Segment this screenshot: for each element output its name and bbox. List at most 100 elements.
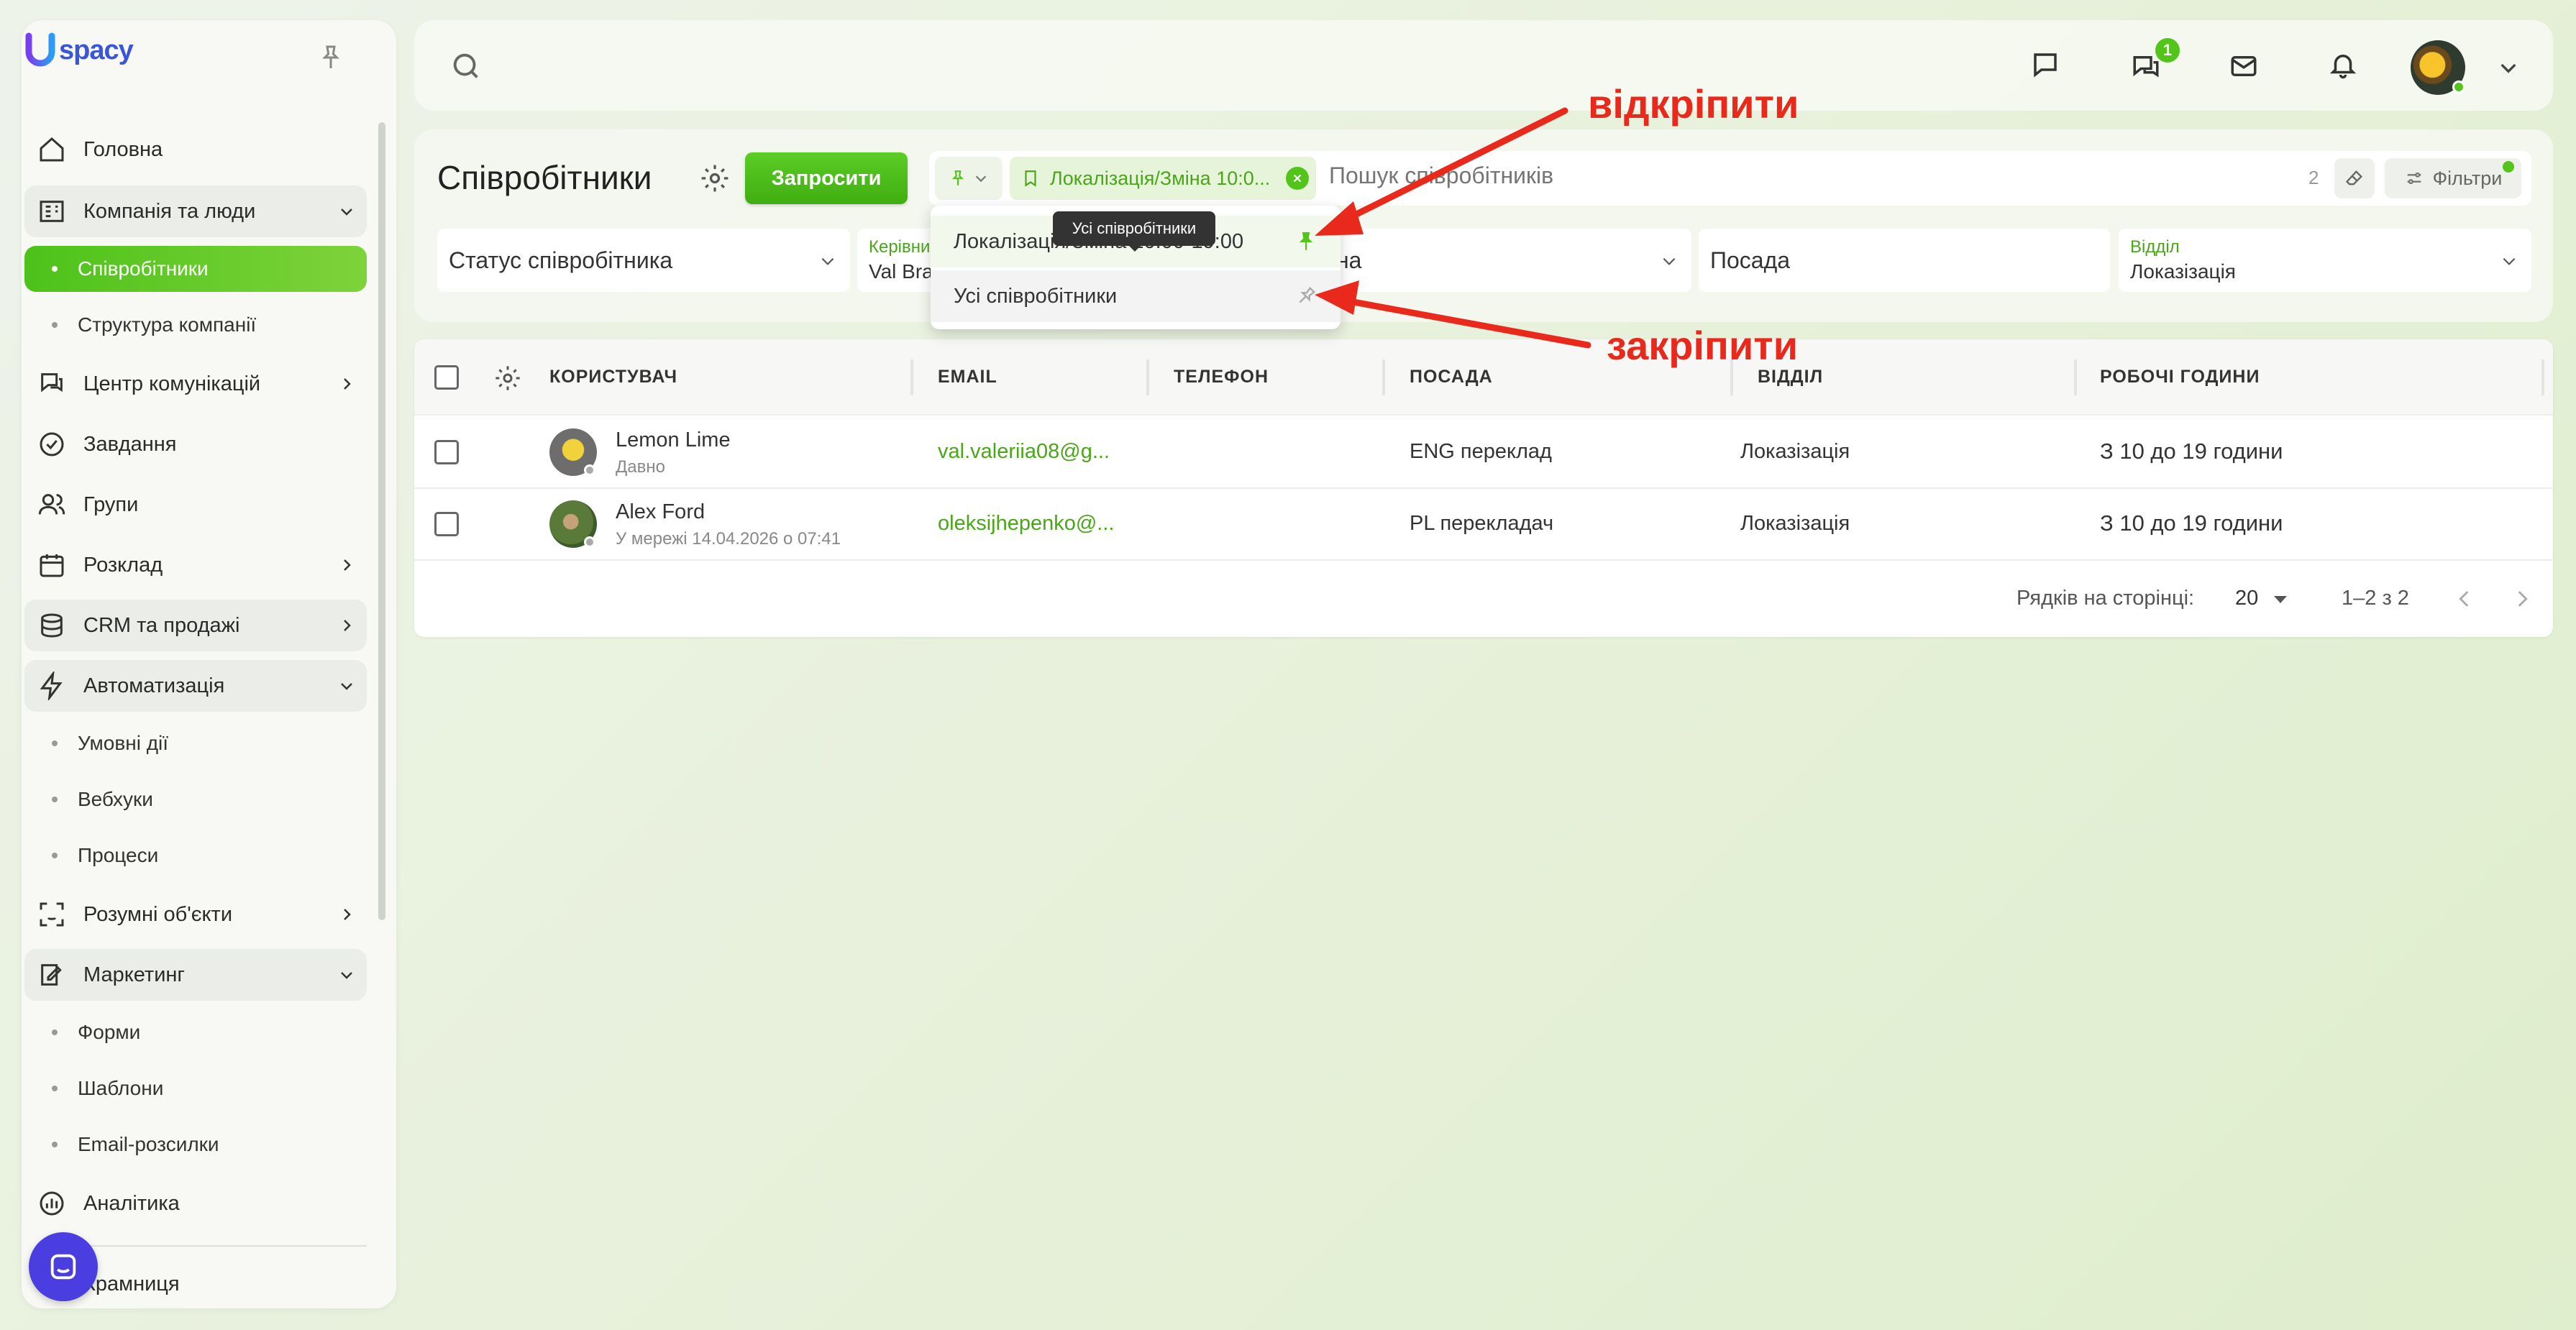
menu-item-all-employees[interactable]: Усі співробітники	[931, 270, 1340, 322]
column-header-phone[interactable]: ТЕЛЕФОН	[1174, 367, 1269, 387]
sidebar-item-label: Процеси	[78, 844, 159, 866]
sidebar-item-email-campaigns[interactable]: Email-розсилки	[24, 1122, 367, 1168]
menu-item-label: Усі співробітники	[954, 284, 1118, 308]
sidebar-item-automation[interactable]: Автоматизація	[24, 660, 367, 712]
column-header-department[interactable]: ВІДДІЛ	[1758, 367, 1823, 387]
sidebar-item-employees[interactable]: Співробітники	[24, 246, 367, 292]
sidebar-item-label: Автоматизація	[83, 674, 225, 697]
sidebar-item-label: Аналітика	[83, 1191, 180, 1215]
sidebar-scrollbar[interactable]	[378, 122, 385, 920]
user-status: У мережі 14.04.2026 о 07:41	[616, 529, 841, 549]
comment-icon[interactable]	[2027, 46, 2064, 83]
sidebar-item-label: Крамниця	[83, 1272, 180, 1295]
manager-label: Керівник	[869, 237, 938, 257]
sidebar-item-smart-objects[interactable]: Розумні об'єкти	[24, 889, 367, 940]
sidebar-item-label: Email-розсилки	[78, 1133, 219, 1155]
user-status: Давно	[616, 457, 665, 477]
department-select[interactable]: Відділ Локазізація	[2119, 229, 2531, 292]
search-icon[interactable]	[447, 47, 485, 85]
row-checkbox[interactable]	[434, 440, 459, 464]
pin-sidebar-icon[interactable]	[316, 43, 345, 72]
column-separator[interactable]	[2541, 359, 2544, 395]
gear-icon[interactable]	[699, 162, 731, 194]
close-icon[interactable]	[1286, 167, 1309, 190]
invite-button[interactable]: Запросити	[745, 152, 908, 204]
column-separator[interactable]	[910, 359, 913, 395]
user-email[interactable]: val.valeriia08@g...	[938, 440, 1110, 464]
user-email[interactable]: oleksijhepenko@...	[938, 512, 1114, 536]
column-header-position[interactable]: ПОСАДА	[1410, 367, 1493, 387]
sidebar-item-communication[interactable]: Центр комунікацій	[24, 358, 367, 410]
tasks-icon	[35, 427, 69, 462]
sidebar-item-conditional-actions[interactable]: Умовні дії	[24, 720, 367, 766]
tooltip-arrow	[1128, 244, 1142, 252]
column-header-email[interactable]: EMAIL	[938, 367, 997, 387]
sidebar-item-marketing[interactable]: Маркетинг	[24, 949, 367, 1001]
sidebar-item-label: Форми	[78, 1021, 141, 1043]
sidebar-item-label: Співробітники	[78, 257, 209, 280]
mail-icon[interactable]	[2225, 47, 2262, 85]
select-all-checkbox[interactable]	[434, 365, 459, 390]
sidebar-item-label: Шаблони	[78, 1077, 164, 1099]
column-separator[interactable]	[1382, 359, 1385, 395]
online-indicator	[2452, 81, 2465, 93]
next-page-icon[interactable]	[2510, 587, 2534, 611]
user-department: Локазізація	[1740, 512, 1850, 535]
eraser-icon[interactable]	[2334, 158, 2375, 198]
row-checkbox[interactable]	[434, 512, 459, 536]
prev-page-icon[interactable]	[2452, 587, 2477, 611]
rows-per-page-select[interactable]: 20	[2235, 587, 2258, 610]
chevron-right-icon	[344, 559, 351, 571]
company-icon	[35, 194, 69, 229]
department-label: Відділ	[2130, 237, 2180, 257]
home-icon	[35, 132, 69, 167]
user-department: Локазізація	[1740, 440, 1850, 463]
tooltip: Усі співробітники	[1053, 211, 1215, 246]
sidebar-item-groups[interactable]: Групи	[24, 479, 367, 531]
column-header-user[interactable]: КОРИСТУВАЧ	[549, 367, 677, 387]
sidebar-item-label: Умовні дії	[78, 732, 169, 754]
user-name[interactable]: Alex Ford	[616, 500, 705, 524]
sidebar-item-home[interactable]: Головна	[24, 124, 367, 175]
bullet-icon	[52, 1142, 58, 1147]
sidebar-item-crm[interactable]: CRM та продажі	[24, 600, 367, 651]
sidebar-item-label: Структура компанії	[78, 313, 257, 336]
status-dot	[584, 536, 595, 548]
column-separator[interactable]	[2074, 359, 2077, 395]
pinned-views-dropdown[interactable]	[935, 157, 1002, 200]
sidebar-item-label: Розклад	[83, 553, 163, 577]
filters-button[interactable]: Фільтри	[2385, 158, 2521, 198]
automation-icon	[35, 669, 69, 703]
sidebar-item-label: Розумні об'єкти	[83, 902, 233, 926]
sidebar-item-analytics[interactable]: Аналітика	[24, 1178, 367, 1229]
support-chat-button[interactable]	[29, 1232, 98, 1301]
bullet-icon	[52, 740, 58, 746]
column-separator[interactable]	[1146, 359, 1149, 395]
active-filter-chip[interactable]: Локалізація/Зміна 10:0...	[1010, 157, 1316, 200]
department-value: Локазізація	[2130, 260, 2236, 283]
status-select[interactable]: Статус співробітника	[437, 229, 850, 292]
column-header-hours[interactable]: РОБОЧІ ГОДИНИ	[2100, 367, 2260, 387]
sidebar-item-processes[interactable]: Процеси	[24, 833, 367, 879]
chevron-down-icon	[2503, 257, 2516, 265]
bell-icon[interactable]	[2324, 46, 2362, 83]
sidebar-item-webhooks[interactable]: Вебхуки	[24, 776, 367, 822]
sidebar-item-templates[interactable]: Шаблони	[24, 1065, 367, 1111]
position-select[interactable]: Посада	[1699, 229, 2110, 292]
chevron-down-icon[interactable]	[2490, 49, 2527, 86]
column-settings-icon[interactable]	[493, 364, 522, 393]
sidebar-item-label: Компанія та люди	[83, 199, 256, 223]
bookmark-icon	[1025, 170, 1036, 187]
sidebar-item-forms[interactable]: Форми	[24, 1009, 367, 1055]
caret-down-icon[interactable]	[2273, 594, 2288, 605]
sidebar-item-company[interactable]: Компанія та люди	[24, 185, 367, 237]
sidebar-item-structure[interactable]: Структура компанії	[24, 302, 367, 348]
bullet-icon	[52, 322, 58, 328]
sidebar-item-schedule[interactable]: Розклад	[24, 539, 367, 591]
bullet-icon	[52, 797, 58, 802]
logo[interactable]: spacy	[24, 29, 134, 72]
sidebar-item-tasks[interactable]: Завдання	[24, 418, 367, 470]
sliders-icon	[2407, 172, 2421, 185]
chevron-right-icon	[344, 620, 351, 631]
user-name[interactable]: Lemon Lime	[616, 428, 731, 452]
